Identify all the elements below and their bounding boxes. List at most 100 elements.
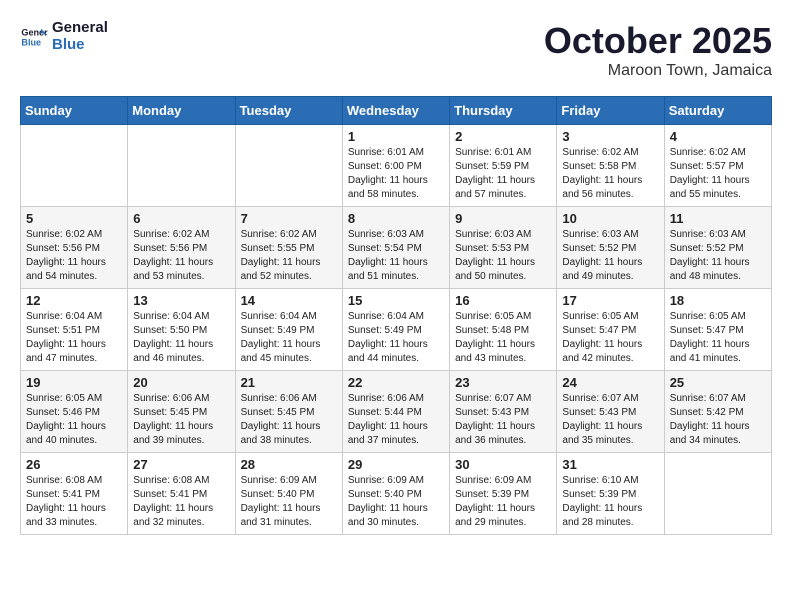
- day-info: Sunrise: 6:02 AM Sunset: 5:56 PM Dayligh…: [26, 228, 122, 284]
- day-info: Sunrise: 6:03 AM Sunset: 5:52 PM Dayligh…: [562, 228, 658, 284]
- day-info: Sunrise: 6:05 AM Sunset: 5:47 PM Dayligh…: [670, 310, 766, 366]
- day-info: Sunrise: 6:04 AM Sunset: 5:49 PM Dayligh…: [241, 310, 337, 366]
- day-number: 29: [348, 457, 444, 472]
- calendar-cell: 6 Sunrise: 6:02 AM Sunset: 5:56 PM Daylig…: [128, 207, 235, 289]
- month-title: October 2025: [544, 20, 772, 62]
- calendar-cell: 21Sunrise: 6:06 AM Sunset: 5:45 PM Dayli…: [235, 371, 342, 453]
- day-info: Sunrise: 6:01 AM Sunset: 6:00 PM Dayligh…: [348, 146, 444, 202]
- day-number: 14: [241, 293, 337, 308]
- day-info: Sunrise: 6:07 AM Sunset: 5:42 PM Dayligh…: [670, 392, 766, 448]
- day-number: 10: [562, 211, 658, 226]
- calendar-cell: 30 Sunrise: 6:09 AM Sunset: 5:39 PM Dayli…: [450, 453, 557, 535]
- day-number: 24: [562, 375, 658, 390]
- day-info: Sunrise: 6:04 AM Sunset: 5:50 PM Dayligh…: [133, 310, 229, 366]
- calendar-cell: 14 Sunrise: 6:04 AM Sunset: 5:49 PM Dayli…: [235, 289, 342, 371]
- day-info: Sunrise: 6:08 AM Sunset: 5:41 PM Dayligh…: [26, 474, 122, 530]
- day-info: Sunrise: 6:07 AM Sunset: 5:43 PM Dayligh…: [562, 392, 658, 448]
- calendar-cell: 15Sunrise: 6:04 AM Sunset: 5:49 PM Dayli…: [342, 289, 449, 371]
- calendar-cell: 9Sunrise: 6:03 AM Sunset: 5:53 PM Daylig…: [450, 207, 557, 289]
- day-info: Sunrise: 6:04 AM Sunset: 5:51 PM Dayligh…: [26, 310, 122, 366]
- day-info: Sunrise: 6:05 AM Sunset: 5:47 PM Dayligh…: [562, 310, 658, 366]
- day-info: Sunrise: 6:09 AM Sunset: 5:39 PM Dayligh…: [455, 474, 551, 530]
- calendar-cell: 13Sunrise: 6:04 AM Sunset: 5:50 PM Dayli…: [128, 289, 235, 371]
- calendar-cell: 20 Sunrise: 6:06 AM Sunset: 5:45 PM Dayli…: [128, 371, 235, 453]
- logo-line1: General: [52, 20, 108, 37]
- day-number: 5: [26, 211, 122, 226]
- day-number: 1: [348, 129, 444, 144]
- calendar-cell: 10 Sunrise: 6:03 AM Sunset: 5:52 PM Dayli…: [557, 207, 664, 289]
- day-number: 26: [26, 457, 122, 472]
- calendar-cell: [21, 125, 128, 207]
- day-number: 25: [670, 375, 766, 390]
- calendar-cell: 17 Sunrise: 6:05 AM Sunset: 5:47 PM Dayli…: [557, 289, 664, 371]
- day-info: Sunrise: 6:05 AM Sunset: 5:48 PM Dayligh…: [455, 310, 551, 366]
- day-number: 18: [670, 293, 766, 308]
- day-number: 20: [133, 375, 229, 390]
- day-info: Sunrise: 6:08 AM Sunset: 5:41 PM Dayligh…: [133, 474, 229, 530]
- page-header: General Blue General Blue October 2025 M…: [20, 20, 772, 80]
- day-info: Sunrise: 6:05 AM Sunset: 5:46 PM Dayligh…: [26, 392, 122, 448]
- title-block: October 2025 Maroon Town, Jamaica: [544, 20, 772, 80]
- calendar-cell: [128, 125, 235, 207]
- day-number: 23: [455, 375, 551, 390]
- weekday-header: Tuesday: [235, 97, 342, 125]
- day-info: Sunrise: 6:06 AM Sunset: 5:45 PM Dayligh…: [241, 392, 337, 448]
- day-number: 28: [241, 457, 337, 472]
- day-number: 30: [455, 457, 551, 472]
- day-info: Sunrise: 6:09 AM Sunset: 5:40 PM Dayligh…: [348, 474, 444, 530]
- day-number: 15: [348, 293, 444, 308]
- day-info: Sunrise: 6:06 AM Sunset: 5:45 PM Dayligh…: [133, 392, 229, 448]
- weekday-header: Monday: [128, 97, 235, 125]
- weekday-header: Wednesday: [342, 97, 449, 125]
- day-number: 17: [562, 293, 658, 308]
- calendar-cell: 16Sunrise: 6:05 AM Sunset: 5:48 PM Dayli…: [450, 289, 557, 371]
- day-info: Sunrise: 6:06 AM Sunset: 5:44 PM Dayligh…: [348, 392, 444, 448]
- day-number: 27: [133, 457, 229, 472]
- day-info: Sunrise: 6:02 AM Sunset: 5:55 PM Dayligh…: [241, 228, 337, 284]
- day-info: Sunrise: 6:02 AM Sunset: 5:56 PM Dayligh…: [133, 228, 229, 284]
- calendar-cell: 24 Sunrise: 6:07 AM Sunset: 5:43 PM Dayli…: [557, 371, 664, 453]
- day-info: Sunrise: 6:02 AM Sunset: 5:58 PM Dayligh…: [562, 146, 658, 202]
- calendar-cell: [664, 453, 771, 535]
- calendar-cell: 22 Sunrise: 6:06 AM Sunset: 5:44 PM Dayli…: [342, 371, 449, 453]
- calendar-week-row: 1 Sunrise: 6:01 AM Sunset: 6:00 PM Daylig…: [21, 125, 772, 207]
- calendar-cell: 25 Sunrise: 6:07 AM Sunset: 5:42 PM Dayli…: [664, 371, 771, 453]
- calendar-cell: 2Sunrise: 6:01 AM Sunset: 5:59 PM Daylig…: [450, 125, 557, 207]
- calendar-cell: 27 Sunrise: 6:08 AM Sunset: 5:41 PM Dayli…: [128, 453, 235, 535]
- svg-text:Blue: Blue: [21, 37, 41, 47]
- day-info: Sunrise: 6:03 AM Sunset: 5:52 PM Dayligh…: [670, 228, 766, 284]
- day-number: 22: [348, 375, 444, 390]
- calendar-cell: 8Sunrise: 6:03 AM Sunset: 5:54 PM Daylig…: [342, 207, 449, 289]
- day-info: Sunrise: 6:02 AM Sunset: 5:57 PM Dayligh…: [670, 146, 766, 202]
- day-number: 6: [133, 211, 229, 226]
- location-subtitle: Maroon Town, Jamaica: [544, 62, 772, 80]
- calendar-cell: 1 Sunrise: 6:01 AM Sunset: 6:00 PM Daylig…: [342, 125, 449, 207]
- weekday-header: Thursday: [450, 97, 557, 125]
- calendar-week-row: 5 Sunrise: 6:02 AM Sunset: 5:56 PM Daylig…: [21, 207, 772, 289]
- day-info: Sunrise: 6:10 AM Sunset: 5:39 PM Dayligh…: [562, 474, 658, 530]
- calendar-cell: 3 Sunrise: 6:02 AM Sunset: 5:58 PM Daylig…: [557, 125, 664, 207]
- day-number: 4: [670, 129, 766, 144]
- logo-icon: General Blue: [20, 23, 48, 51]
- calendar-cell: 26 Sunrise: 6:08 AM Sunset: 5:41 PM Dayli…: [21, 453, 128, 535]
- calendar-table: SundayMondayTuesdayWednesdayThursdayFrid…: [20, 96, 772, 535]
- day-number: 3: [562, 129, 658, 144]
- calendar-cell: 29 Sunrise: 6:09 AM Sunset: 5:40 PM Dayli…: [342, 453, 449, 535]
- calendar-cell: 11 Sunrise: 6:03 AM Sunset: 5:52 PM Dayli…: [664, 207, 771, 289]
- calendar-cell: 18 Sunrise: 6:05 AM Sunset: 5:47 PM Dayli…: [664, 289, 771, 371]
- calendar-cell: 4 Sunrise: 6:02 AM Sunset: 5:57 PM Daylig…: [664, 125, 771, 207]
- weekday-header: Sunday: [21, 97, 128, 125]
- calendar-week-row: 12 Sunrise: 6:04 AM Sunset: 5:51 PM Dayli…: [21, 289, 772, 371]
- weekday-header-row: SundayMondayTuesdayWednesdayThursdayFrid…: [21, 97, 772, 125]
- calendar-cell: 31 Sunrise: 6:10 AM Sunset: 5:39 PM Dayli…: [557, 453, 664, 535]
- calendar-cell: 12 Sunrise: 6:04 AM Sunset: 5:51 PM Dayli…: [21, 289, 128, 371]
- logo-line2: Blue: [52, 37, 108, 54]
- calendar-cell: 5 Sunrise: 6:02 AM Sunset: 5:56 PM Daylig…: [21, 207, 128, 289]
- day-number: 9: [455, 211, 551, 226]
- day-number: 31: [562, 457, 658, 472]
- weekday-header: Saturday: [664, 97, 771, 125]
- day-number: 12: [26, 293, 122, 308]
- day-number: 19: [26, 375, 122, 390]
- calendar-cell: [235, 125, 342, 207]
- day-number: 11: [670, 211, 766, 226]
